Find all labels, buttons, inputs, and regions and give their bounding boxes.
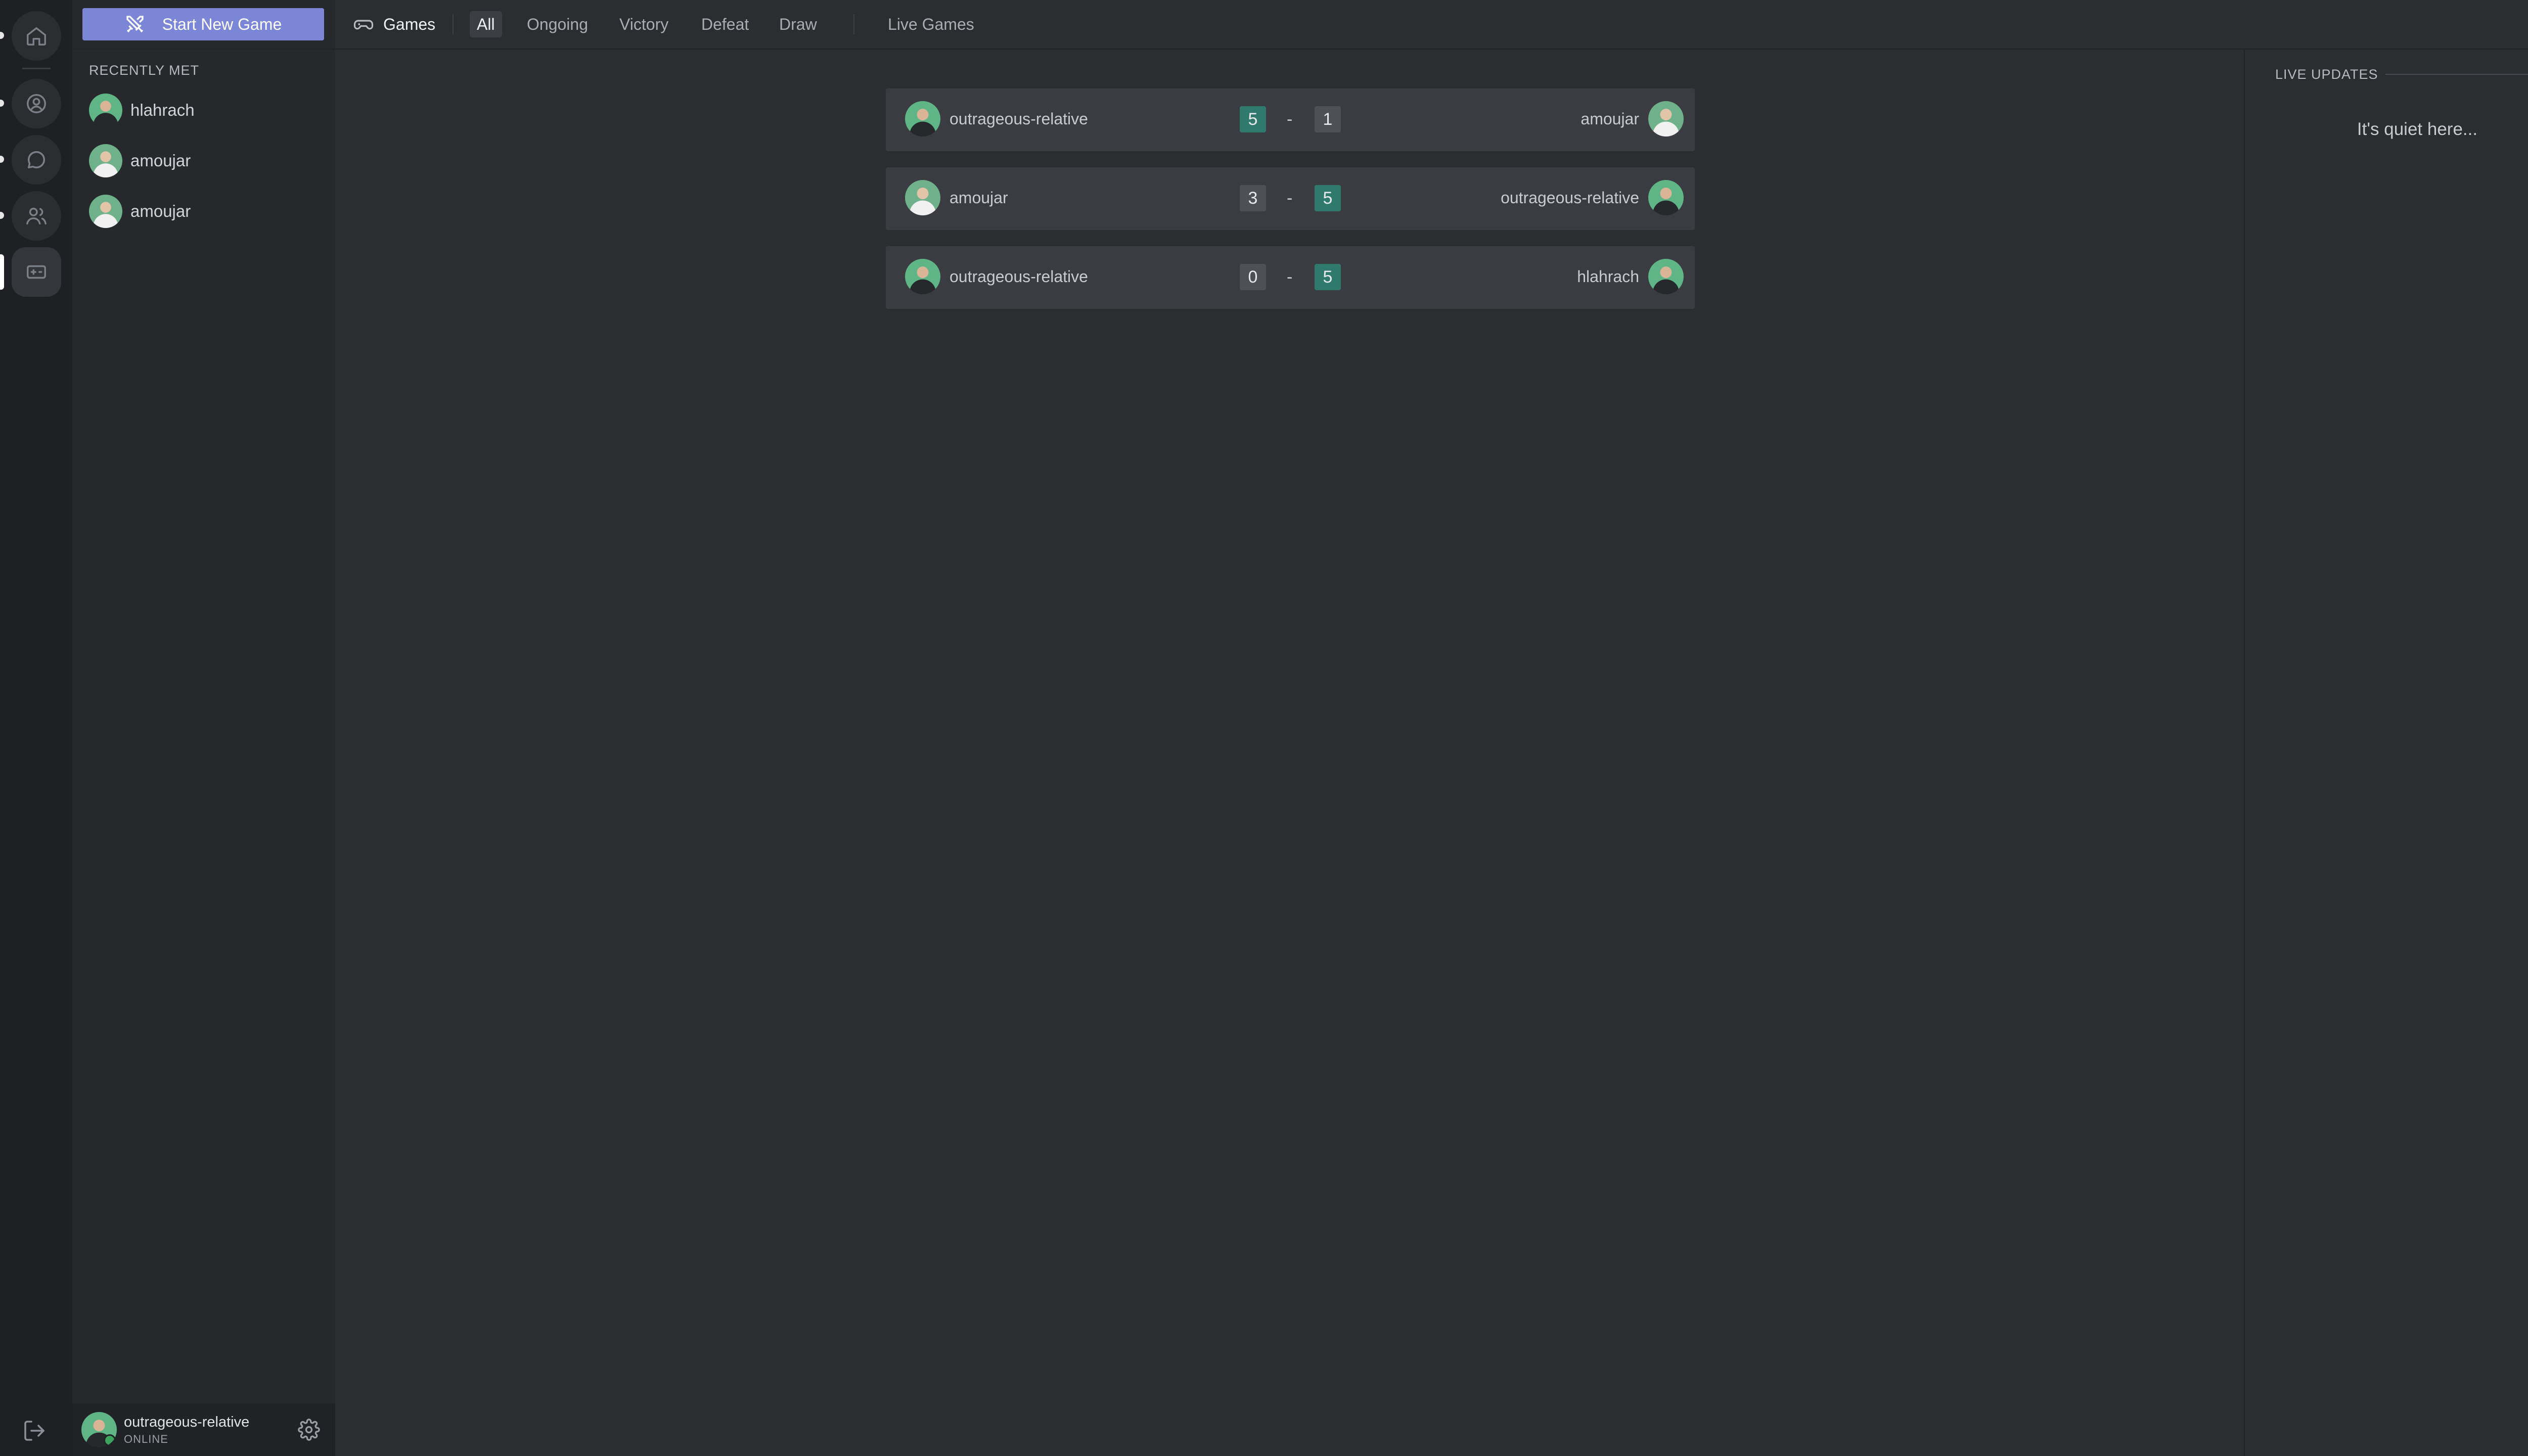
filter-all[interactable]: All [470, 11, 502, 37]
empty-state-message: It's quiet here... [2357, 119, 2478, 139]
home-icon [27, 27, 46, 46]
score-separator: - [1287, 110, 1293, 129]
gamepad-icon [353, 20, 374, 30]
user-status: ONLINE [124, 1432, 168, 1445]
avatar [1648, 101, 1684, 136]
right-player: outrageous-relative [1501, 180, 1684, 215]
right-player: hlahrach [1577, 259, 1684, 294]
divider [453, 14, 454, 34]
left-score: 3 [1240, 185, 1266, 211]
right-score: 1 [1315, 106, 1341, 132]
nav-indicator-dot [0, 212, 4, 219]
icon-rail [0, 0, 72, 1456]
filter-victory[interactable]: Victory [619, 11, 668, 37]
user-meta: outrageous-relative ONLINE [124, 1414, 249, 1446]
left-player-name: amoujar [950, 188, 1008, 207]
online-status-dot [104, 1434, 116, 1446]
avatar [1648, 180, 1684, 215]
gear-icon [298, 1419, 320, 1441]
nav-indicator-dot [0, 100, 4, 107]
divider [853, 14, 854, 34]
avatar [1648, 259, 1684, 294]
nav-indicator-dot [0, 32, 4, 39]
crossed-swords-icon [126, 16, 144, 33]
nav-friends-button[interactable] [12, 191, 61, 241]
live-updates-panel: LIVE UPDATES It's quiet here... [2244, 49, 2528, 1456]
score-separator: - [1287, 189, 1293, 208]
nav-games-button[interactable] [12, 247, 61, 297]
start-new-game-button[interactable]: Start New Game [82, 8, 324, 40]
top-bar: Start New Game Games All Ongoing Victory… [72, 0, 2528, 50]
avatar [905, 101, 940, 136]
sidebar: RECENTLY MET hlahrach amoujar amoujar [72, 0, 335, 1456]
avatar [89, 144, 122, 177]
friend-item[interactable]: amoujar [89, 143, 191, 179]
avatar [905, 259, 940, 294]
score-separator: - [1287, 267, 1293, 287]
match-card[interactable]: outrageous-relative 0 - 5 hlahrach [886, 246, 1695, 309]
match-card[interactable]: amoujar 3 - 5 outrageous-relative [886, 167, 1695, 230]
live-games-tab[interactable]: Live Games [888, 11, 974, 37]
left-player: amoujar [905, 180, 1008, 215]
friend-item[interactable]: hlahrach [89, 92, 195, 128]
left-player-name: outrageous-relative [950, 267, 1088, 286]
nav-chat-button[interactable] [12, 135, 61, 185]
friend-item[interactable]: amoujar [89, 193, 191, 230]
match-card[interactable]: outrageous-relative 5 - 1 amoujar [886, 88, 1695, 151]
games-tab[interactable]: Games [353, 9, 435, 39]
right-player-name: amoujar [1581, 109, 1639, 128]
avatar [89, 195, 122, 228]
right-score: 5 [1315, 185, 1341, 211]
games-icon [27, 265, 46, 279]
filter-ongoing[interactable]: Ongoing [527, 11, 588, 37]
friends-icon [26, 207, 47, 225]
user-name: outrageous-relative [124, 1414, 250, 1430]
left-score: 5 [1240, 106, 1266, 132]
right-player-name: hlahrach [1577, 267, 1639, 286]
nav-home-button[interactable] [12, 11, 61, 61]
right-player: amoujar [1581, 101, 1684, 136]
logout-button[interactable] [22, 1419, 48, 1444]
recently-met-title: RECENTLY MET [89, 63, 200, 78]
left-score: 0 [1240, 264, 1266, 290]
logout-icon [24, 1421, 44, 1441]
games-label: Games [383, 15, 436, 33]
user-panel: outrageous-relative ONLINE [72, 1403, 335, 1456]
start-new-game-label: Start New Game [162, 15, 282, 33]
filter-defeat[interactable]: Defeat [701, 11, 749, 37]
left-player: outrageous-relative [905, 259, 1088, 294]
nav-active-indicator [0, 254, 4, 290]
friend-name: amoujar [130, 202, 191, 220]
right-player-name: outrageous-relative [1501, 188, 1639, 207]
avatar[interactable] [81, 1412, 117, 1447]
right-score: 5 [1315, 264, 1341, 290]
profile-icon [27, 94, 46, 113]
divider [2385, 74, 2528, 75]
settings-button[interactable] [298, 1419, 320, 1441]
nav-profile-button[interactable] [12, 79, 61, 128]
avatar [905, 180, 940, 215]
friend-name: amoujar [130, 151, 191, 170]
chat-icon [27, 151, 46, 169]
filter-draw[interactable]: Draw [779, 11, 817, 37]
friend-name: hlahrach [130, 101, 195, 119]
live-updates-title: LIVE UPDATES [2275, 67, 2378, 82]
rail-divider [22, 68, 51, 69]
left-player: outrageous-relative [905, 101, 1088, 136]
nav-indicator-dot [0, 156, 4, 163]
avatar [89, 94, 122, 127]
left-player-name: outrageous-relative [950, 109, 1088, 128]
